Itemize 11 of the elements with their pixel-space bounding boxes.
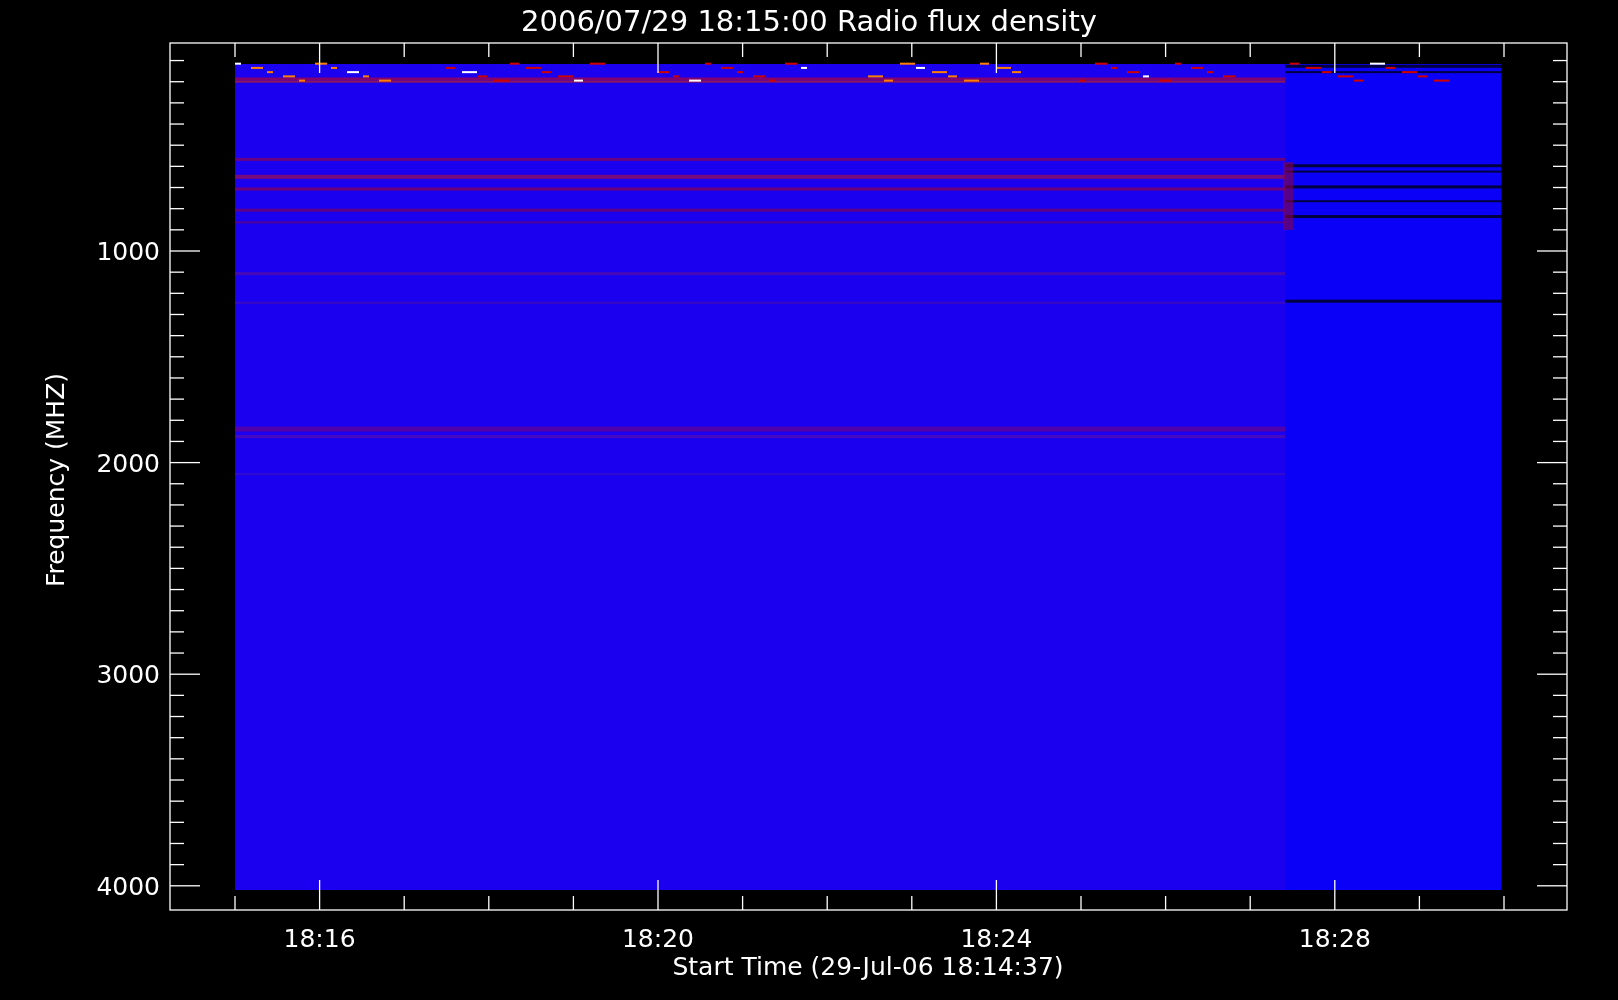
y-tick-label: 2000 <box>96 448 160 478</box>
y-axis-label: Frequency (MHZ) <box>41 372 70 588</box>
y-tick-label: 4000 <box>96 871 160 901</box>
x-axis-label: Start Time (29-Jul-06 18:14:37) <box>672 952 1064 981</box>
x-tick-label: 18:16 <box>283 924 356 953</box>
y-tick-label: 3000 <box>96 660 160 690</box>
y-tick-label: 1000 <box>96 237 160 266</box>
chart-title: 2006/07/29 18:15:00 Radio flux density <box>521 4 1097 38</box>
x-tick-label: 18:28 <box>1298 924 1371 953</box>
x-tick-label: 18:24 <box>960 924 1033 953</box>
x-tick-label: 18:20 <box>622 924 694 953</box>
